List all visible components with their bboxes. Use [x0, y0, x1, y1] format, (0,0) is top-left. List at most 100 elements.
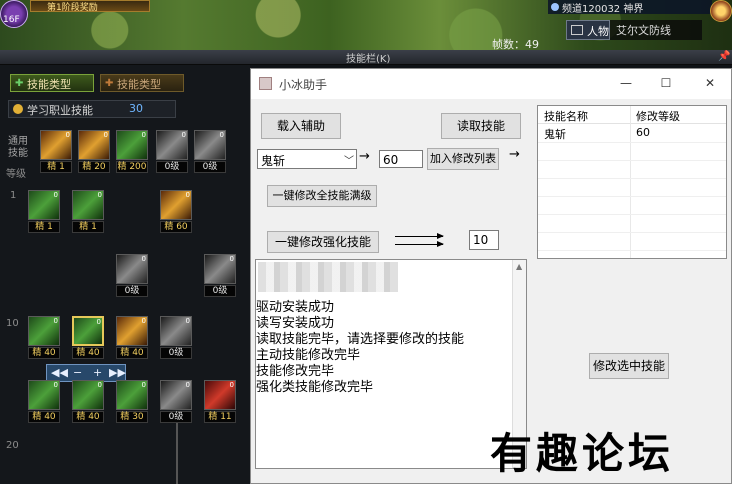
modify-list-table[interactable]: 技能名称 修改等级 鬼斩 60 [537, 105, 727, 259]
skill-level: 精 40 [72, 347, 104, 359]
skill-icon: 0 [204, 380, 236, 410]
system-menu-orb-icon[interactable] [710, 0, 732, 22]
double-arrow-icon [395, 233, 444, 239]
row-level-10: 10 [6, 318, 19, 329]
common-skill-label: 通用技能 [8, 136, 28, 159]
skill-points-value: 30 [129, 102, 143, 115]
row-divider [538, 160, 726, 161]
skill-icon: 0 [116, 254, 148, 284]
skill-icon: 0 [28, 380, 60, 410]
skill-slot[interactable]: 0 精 1 [28, 190, 60, 234]
skill-icon: 0 [116, 380, 148, 410]
skill-type-tab-2[interactable]: ✚ 技能类型 [100, 74, 184, 92]
skill-icon: 0 [194, 130, 226, 160]
skill-icon: 0 [40, 130, 72, 160]
log-line: 强化类技能修改完毕 [256, 380, 374, 395]
skill-icon: 0 [160, 190, 192, 220]
load-helper-button[interactable]: 载入辅助 [261, 113, 341, 139]
channel-dot-icon [551, 3, 559, 11]
level-input[interactable]: 60 [379, 150, 423, 168]
skill-level: 精 60 [160, 221, 192, 233]
skill-level: 0级 [116, 285, 148, 297]
skill-type-tab-1[interactable]: ✚ 技能类型 [10, 74, 94, 92]
skill-level: 0级 [160, 411, 192, 423]
decrease-level-button[interactable]: − [73, 366, 82, 379]
table-cell-skill-name[interactable]: 鬼斩 [544, 126, 566, 142]
skill-level: 0级 [194, 161, 226, 173]
skill-type-tab-2-label: 技能类型 [117, 78, 161, 91]
skill-slot[interactable]: 0 0级 [116, 254, 148, 298]
dialog-title: 小冰助手 [279, 78, 328, 92]
skill-icon: 0 [78, 130, 110, 160]
arrow-icon: → [509, 147, 520, 162]
player-level-orb[interactable]: 16F [0, 0, 28, 28]
minimize-button[interactable]: — [615, 74, 637, 92]
scroll-up-icon[interactable]: ▲ [516, 262, 522, 271]
read-skills-button[interactable]: 读取技能 [441, 113, 521, 139]
row-level-1: 1 [10, 190, 17, 201]
maximize-button[interactable]: ☐ [655, 74, 677, 92]
grade-label: 等级 [6, 169, 26, 180]
max-level-button[interactable]: ▶▶ [109, 366, 126, 379]
skill-level: 精 40 [116, 347, 148, 359]
skill-slot[interactable]: 0 精 30 [116, 380, 148, 424]
table-header: 技能名称 修改等级 [538, 106, 726, 124]
pin-icon[interactable]: 📌 [718, 51, 730, 62]
learn-skill-points-bar: 学习职业技能 30 [8, 100, 176, 118]
close-button[interactable]: ✕ [699, 74, 721, 92]
table-cell-level[interactable]: 60 [636, 126, 650, 139]
skill-slot[interactable]: 0 0级 [160, 380, 192, 424]
skill-slot[interactable]: 0 精 20 [78, 130, 110, 174]
enhance-skills-button[interactable]: 一键修改强化技能 [267, 231, 379, 253]
skill-level: 精 20 [78, 161, 110, 173]
skill-icon: 0 [28, 316, 60, 346]
redacted-area [258, 262, 398, 292]
skill-icon: 0 [72, 190, 104, 220]
skill-slot-selected[interactable]: 0 精 40 [72, 316, 104, 360]
skill-slot[interactable]: 0 精 200 [116, 130, 148, 174]
row-divider [538, 214, 726, 215]
channel-text: 频道120032 神界 [562, 4, 644, 15]
skill-slot[interactable]: 0 0级 [156, 130, 188, 174]
map-indicator: 人物 艾尔文防线 [566, 20, 702, 40]
player-level-text: 16F [3, 15, 20, 25]
row-divider [538, 196, 726, 197]
learn-skill-label: 学习职业技能 [27, 104, 93, 117]
row-divider [538, 232, 726, 233]
character-tab-label: 人物 [587, 25, 609, 38]
skill-icon: 0 [156, 130, 188, 160]
skill-select[interactable]: 鬼斩 ﹀ [257, 149, 357, 169]
increase-level-button[interactable]: + [93, 366, 102, 379]
max-all-skills-button[interactable]: 一键修改全技能满级 [267, 185, 377, 207]
skill-slot[interactable]: 0 0级 [160, 316, 192, 360]
plus-icon: ✚ [105, 78, 114, 89]
plus-icon: ✚ [15, 78, 24, 89]
channel-indicator: 频道120032 神界 [548, 0, 712, 15]
skill-level: 精 40 [72, 411, 104, 423]
skill-slot[interactable]: 0 精 40 [116, 316, 148, 360]
skill-slot[interactable]: 0 精 40 [72, 380, 104, 424]
min-level-button[interactable]: ◀◀ [51, 366, 68, 379]
skill-slot[interactable]: 0 精 40 [28, 380, 60, 424]
skill-level: 精 40 [28, 411, 60, 423]
skill-slot[interactable]: 0 0级 [194, 130, 226, 174]
skill-slot[interactable]: 0 精 1 [40, 130, 72, 174]
skill-slot[interactable]: 0 精 60 [160, 190, 192, 234]
character-tab[interactable]: 人物 [566, 20, 610, 40]
skill-slot[interactable]: 0 精 11 [204, 380, 236, 424]
enhance-level-input[interactable]: 10 [469, 230, 499, 250]
skill-icon: 0 [116, 130, 148, 160]
log-output[interactable]: 驱动安装成功 读写安装成功 读取技能完毕，请选择要修改的技能 主动技能修改完毕 … [255, 259, 527, 469]
skill-window-titlebar[interactable]: 技能栏(K) 📌 [0, 50, 732, 65]
dialog-titlebar[interactable]: 小冰助手 — ☐ ✕ [251, 69, 731, 99]
skill-slot[interactable]: 0 精 40 [28, 316, 60, 360]
skill-slot[interactable]: 0 0级 [204, 254, 236, 298]
skill-icon: 0 [204, 254, 236, 284]
add-to-list-button[interactable]: 加入修改列表 [427, 148, 499, 170]
arrow-icon: → [359, 149, 370, 164]
skill-slot[interactable]: 0 精 1 [72, 190, 104, 234]
quest-progress-bar[interactable]: 第1阶段奖励 [30, 0, 150, 13]
skill-level: 精 1 [72, 221, 104, 233]
app-icon [259, 77, 272, 90]
modify-selected-button[interactable]: 修改选中技能 [589, 353, 669, 379]
